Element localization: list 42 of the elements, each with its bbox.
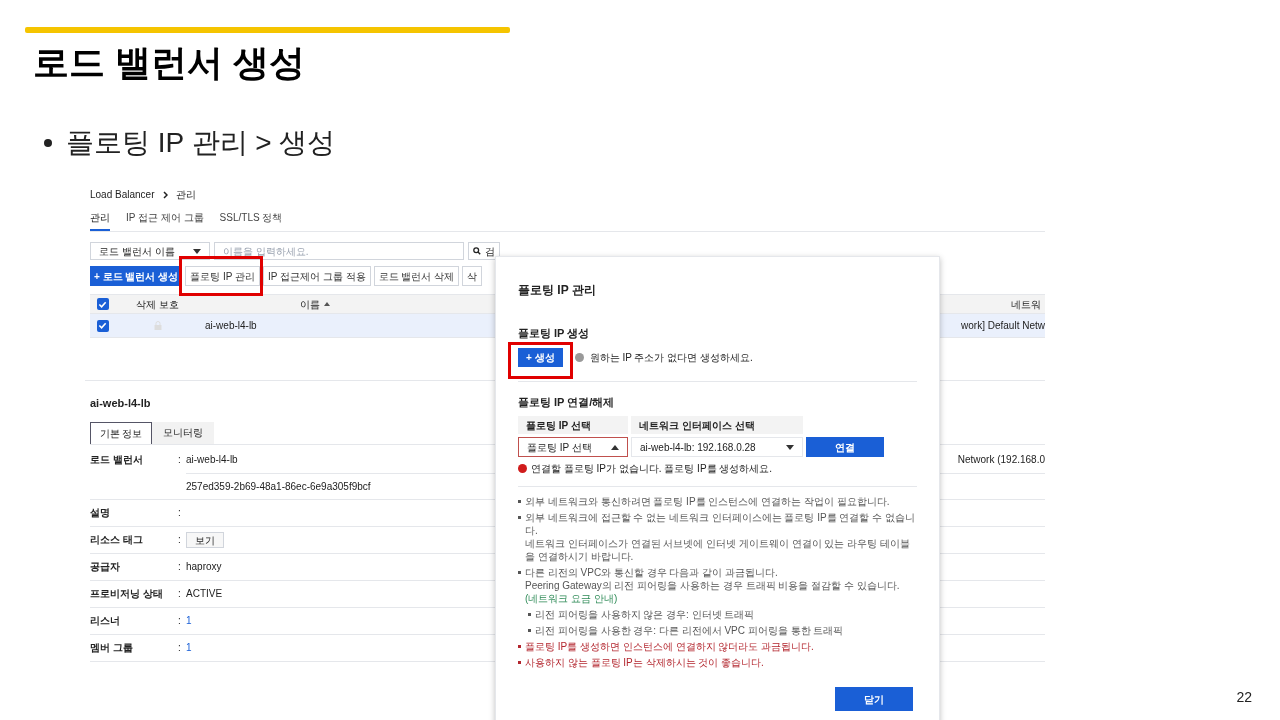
note-text: 사용하지 않는 플로팅 IP는 삭제하시는 것이 좋습니다. — [525, 656, 764, 669]
field-label: 멤버 그룹 — [90, 641, 134, 655]
field-value: ai-web-l4-lb — [186, 453, 238, 467]
colon: : — [178, 560, 181, 574]
slide-title: 로드 밸런서 생성 — [33, 41, 306, 85]
note-text: 외부 네트워크와 통신하려면 플로팅 IP를 인스턴스에 연결하는 작업이 필요합니다. — [525, 495, 890, 508]
field-label: 설명 — [90, 506, 111, 520]
modal-title: 플로팅 IP 관리 — [518, 282, 596, 299]
detail-title: ai-web-l4-lb — [90, 396, 151, 411]
field-value: ACTIVE — [186, 587, 223, 601]
colon: : — [178, 614, 181, 628]
page-number: 22 — [1236, 688, 1252, 707]
colon: : — [178, 453, 181, 467]
section-heading: 플로팅 IP 연결/해제 — [518, 394, 615, 410]
colon: : — [178, 641, 181, 655]
column-header: 삭제 보호 — [135, 297, 180, 312]
note-text: 리전 피어링을 사용하지 않은 경우: 인터넷 트래픽 — [535, 608, 755, 621]
breadcrumb-current: 관리 — [175, 188, 196, 202]
field-value: 257ed359-2b69-48a1-86ec-6e9a305f9bcf — [186, 479, 371, 494]
info-text: 원하는 IP 주소가 없다면 생성하세요. — [589, 350, 753, 365]
note-text: 다른 리전의 VPC와 통신할 경우 다음과 같이 과금됩니다. Peering Gateway의 리전 피어링을 사용하는 경우 트래픽 비용을 절감할 수 있습니다. (네트워크 요금 안내) — [525, 566, 901, 605]
field-label: 공급자 — [90, 560, 121, 574]
note-text: 리전 피어링을 사용한 경우: 다른 리전에서 VPC 피어링을 통한 트래픽 — [535, 624, 844, 637]
colon: : — [178, 533, 181, 547]
note-text: 외부 네트워크에 접근할 수 없는 네트워크 인터페이스에는 플로팅 IP를 연결할 수 없습니다. 네트워크 인터페이스가 연결된 서브넷에 인터넷 게이트웨이 연결이 있는 라우팅 테이블을 연결하시기 바랍니다. — [525, 511, 916, 563]
field-label: 프로비저닝 상태 — [90, 587, 164, 601]
column-header: 플로팅 IP 선택 — [518, 416, 628, 434]
error-text: 연결할 플로팅 IP가 없습니다. 플로팅 IP를 생성하세요. — [531, 462, 773, 476]
colon: : — [178, 587, 181, 601]
column-header: 네트워크 인터페이스 선택 — [631, 416, 803, 434]
field-label: 로드 밸런서 — [90, 453, 144, 467]
column-header: 네트워 — [1011, 297, 1042, 312]
field-label: 리스너 — [90, 614, 121, 628]
colon: : — [178, 506, 181, 520]
bullet-text: 플로팅 IP 관리 > 생성 — [66, 126, 336, 160]
table-cell-text: work] Default Netw — [961, 319, 1045, 333]
field-label: 리소스 태그 — [90, 533, 144, 547]
section-heading: 플로팅 IP 생성 — [518, 326, 590, 341]
table-cell-text: ai-web-l4-lb — [205, 319, 257, 333]
field-value: Network (192.168.0 — [957, 453, 1045, 467]
field-value: haproxy — [186, 560, 222, 574]
note-text: 플로팅 IP를 생성하면 인스턴스에 연결하지 않더라도 과금됩니다. — [525, 640, 814, 653]
